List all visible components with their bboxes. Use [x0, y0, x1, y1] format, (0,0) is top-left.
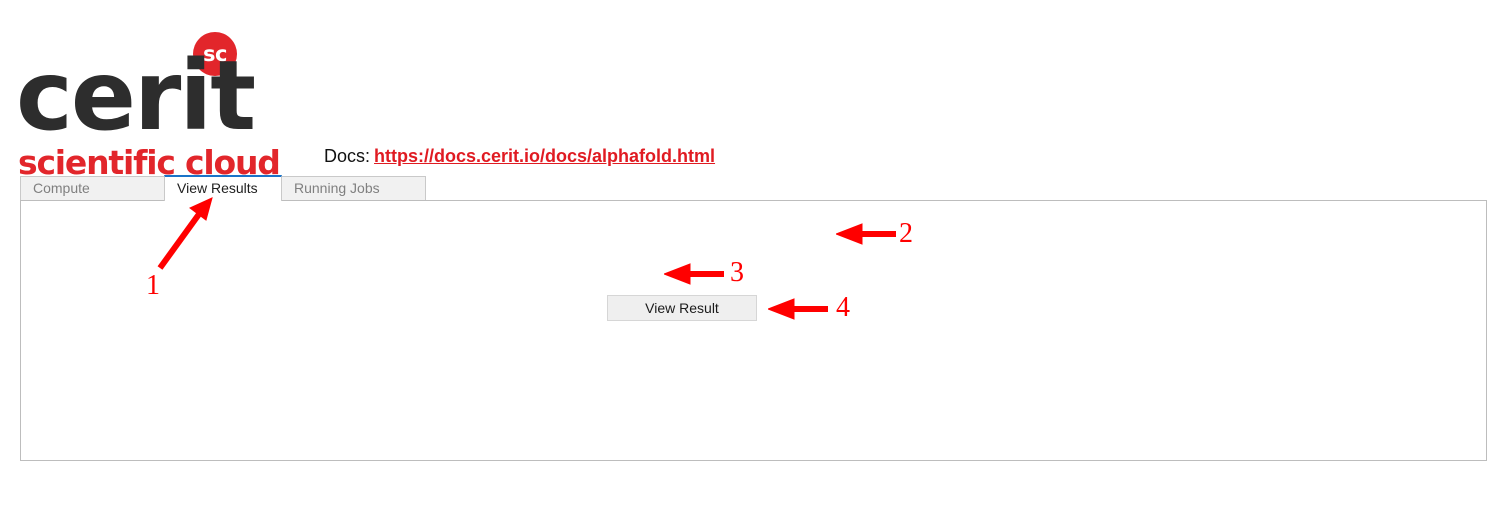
cerit-wordmark: cerit	[16, 40, 256, 152]
annotation-arrow-4	[768, 298, 828, 320]
docs-label: Docs:	[324, 146, 371, 166]
tab-compute[interactable]: Compute	[20, 176, 165, 201]
annotation-label-3: 3	[730, 257, 744, 288]
cerit-logo: sc cerit scientific cloud	[16, 12, 296, 179]
annotation-arrow-1	[157, 197, 213, 270]
docs-line: Docs: https://docs.cerit.io/docs/alphafol…	[324, 146, 715, 167]
tab-bar: Compute View Results Running Jobs	[20, 175, 426, 201]
annotation-label-4: 4	[836, 292, 850, 323]
content-panel	[20, 200, 1487, 461]
annotation-arrow-3	[664, 263, 724, 285]
tab-running-jobs[interactable]: Running Jobs	[281, 176, 426, 201]
annotation-label-2: 2	[899, 218, 913, 249]
annotation-arrow-2	[836, 223, 896, 245]
annotation-label-1: 1	[146, 270, 160, 301]
view-result-button[interactable]: View Result	[607, 295, 757, 321]
docs-link[interactable]: https://docs.cerit.io/docs/alphafold.htm…	[374, 146, 715, 166]
